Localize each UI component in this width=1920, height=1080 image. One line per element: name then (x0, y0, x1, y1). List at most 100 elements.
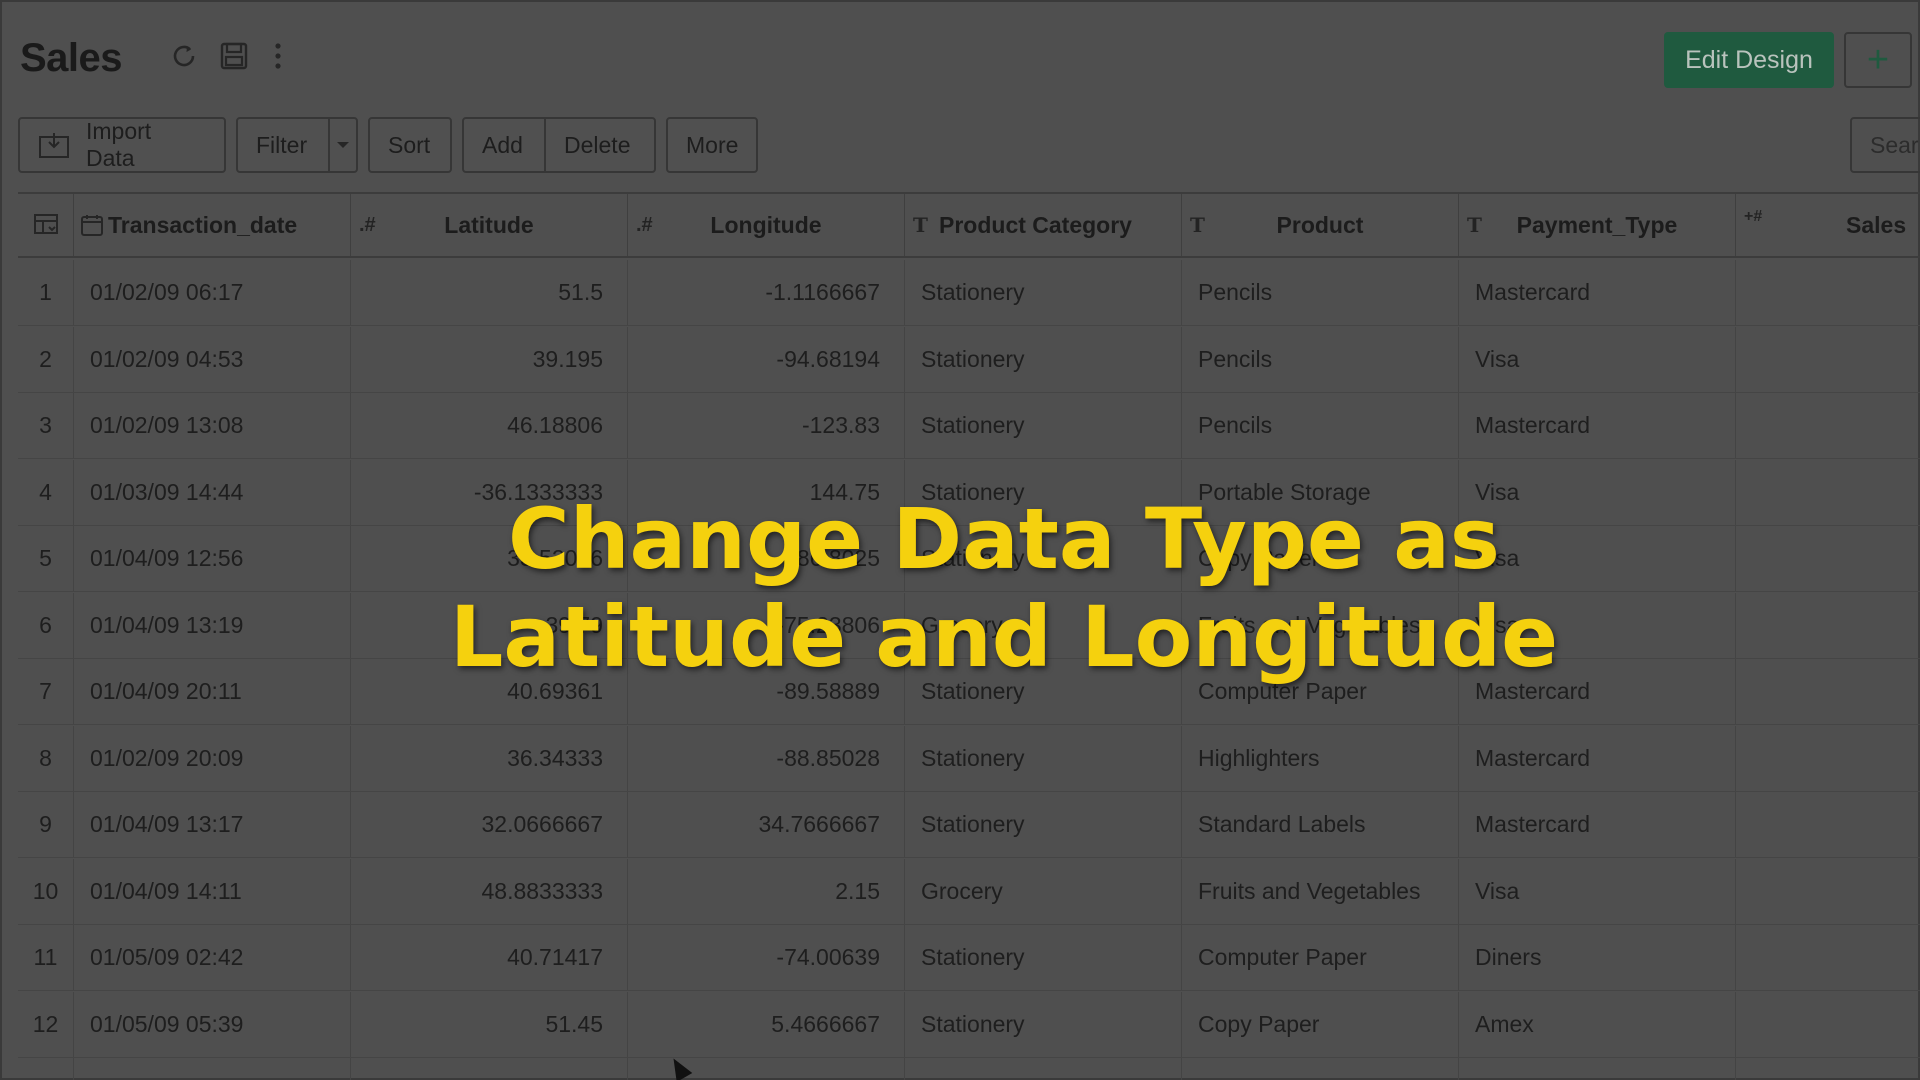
table-row[interactable]: 8 01/02/09 20:09 36.34333 -88.85028 Statione… (18, 725, 1920, 792)
row-number[interactable]: 2 (18, 326, 74, 392)
cell-sales[interactable] (1736, 1058, 1920, 1080)
cell-transaction-date[interactable]: 01/02/09 20:09 (74, 725, 351, 791)
refresh-icon[interactable] (168, 40, 200, 72)
column-header-longitude[interactable]: .# Longitude (628, 194, 905, 256)
cell-latitude[interactable]: 29.42389 (351, 1058, 628, 1080)
cell-transaction-date[interactable]: 01/02/09 09:16 (74, 1058, 351, 1080)
more-button[interactable]: More (666, 117, 758, 173)
cell-product-category[interactable]: Stationery (905, 792, 1182, 857)
cell-sales[interactable] (1736, 393, 1920, 458)
edit-design-button[interactable]: Edit Design (1664, 32, 1834, 88)
cell-product-category[interactable]: Grocery (905, 1058, 1182, 1080)
cell-product-category[interactable]: Stationery (905, 991, 1182, 1057)
cell-product[interactable]: Pencils (1182, 326, 1459, 392)
table-row[interactable]: 11 01/05/09 02:42 40.71417 -74.00639 Station… (18, 925, 1920, 991)
cell-longitude[interactable]: -88.85028 (628, 725, 905, 791)
cell-product-category[interactable]: Stationery (905, 725, 1182, 791)
column-header-transaction-date[interactable]: Transaction_date (74, 194, 351, 256)
cell-longitude[interactable]: 2.15 (628, 858, 905, 924)
cell-latitude[interactable]: 48.8833333 (351, 858, 628, 924)
cell-transaction-date[interactable]: 01/04/09 14:11 (74, 858, 351, 924)
cell-transaction-date[interactable]: 01/05/09 02:42 (74, 925, 351, 990)
cell-transaction-date[interactable]: 01/02/09 06:17 (74, 260, 351, 325)
table-row[interactable]: 12 01/05/09 05:39 51.45 5.4666667 Stationery… (18, 991, 1920, 1058)
row-number[interactable]: 13 (18, 1058, 74, 1080)
cell-product-category[interactable]: Stationery (905, 326, 1182, 392)
cell-product[interactable]: Copy Paper (1182, 991, 1459, 1057)
table-row[interactable]: 3 01/02/09 13:08 46.18806 -123.83 Stationery… (18, 393, 1920, 459)
cell-payment-type[interactable]: Mastercard (1459, 1058, 1736, 1080)
cell-longitude[interactable]: -94.68194 (628, 326, 905, 392)
cell-sales[interactable] (1736, 726, 1920, 791)
column-header-sales[interactable]: +# Sales (1736, 194, 1920, 256)
cell-transaction-date[interactable]: 01/04/09 13:17 (74, 792, 351, 857)
cell-longitude[interactable]: -123.83 (628, 393, 905, 458)
cell-sales[interactable] (1736, 327, 1920, 392)
cell-payment-type[interactable]: Mastercard (1459, 792, 1736, 857)
cell-sales[interactable] (1736, 260, 1920, 325)
cell-product-category[interactable]: Stationery (905, 260, 1182, 325)
cell-payment-type[interactable]: Mastercard (1459, 393, 1736, 458)
cell-latitude[interactable]: 51.5 (351, 260, 628, 325)
cell-product-category[interactable]: Grocery (905, 858, 1182, 924)
row-number[interactable]: 11 (18, 925, 74, 990)
cell-product-category[interactable]: Stationery (905, 925, 1182, 990)
cell-longitude[interactable]: 5.4666667 (628, 991, 905, 1057)
cell-transaction-date[interactable]: 01/05/09 05:39 (74, 991, 351, 1057)
cell-payment-type[interactable]: Mastercard (1459, 725, 1736, 791)
cell-payment-type[interactable]: Visa (1459, 326, 1736, 392)
cell-latitude[interactable]: 39.195 (351, 326, 628, 392)
row-number[interactable]: 1 (18, 260, 74, 325)
cell-payment-type[interactable]: Mastercard (1459, 260, 1736, 325)
import-data-button[interactable]: Import Data (18, 117, 226, 173)
table-row[interactable]: 2 01/02/09 04:53 39.195 -94.68194 Stationery… (18, 326, 1920, 393)
row-number[interactable]: 10 (18, 858, 74, 924)
delete-button[interactable]: Delete (544, 119, 654, 171)
cell-sales[interactable] (1736, 925, 1920, 990)
table-row[interactable]: 9 01/04/09 13:17 32.0666667 34.7666667 Stati… (18, 792, 1920, 858)
cell-latitude[interactable]: 40.71417 (351, 925, 628, 990)
cell-product[interactable]: Fruits and Vegetables (1182, 858, 1459, 924)
cell-transaction-date[interactable]: 01/02/09 04:53 (74, 326, 351, 392)
cell-product[interactable]: Standard Labels (1182, 792, 1459, 857)
cell-transaction-date[interactable]: 01/02/09 13:08 (74, 393, 351, 458)
cell-latitude[interactable]: 46.18806 (351, 393, 628, 458)
table-row[interactable]: 10 01/04/09 14:11 48.8833333 2.15 Grocery Fru… (18, 858, 1920, 925)
cell-longitude[interactable]: 34.7666667 (628, 792, 905, 857)
cell-product[interactable]: Pencils (1182, 393, 1459, 458)
cell-product[interactable]: Computer Paper (1182, 925, 1459, 990)
sort-button[interactable]: Sort (368, 117, 452, 173)
cell-product-category[interactable]: Stationery (905, 393, 1182, 458)
table-row[interactable]: 1301/02/09 09:1629.42389-98.49333Grocery… (18, 1058, 1920, 1080)
add-view-button[interactable]: + (1844, 32, 1912, 88)
cell-payment-type[interactable]: Diners (1459, 925, 1736, 990)
row-number[interactable]: 12 (18, 991, 74, 1057)
cell-latitude[interactable]: 51.45 (351, 991, 628, 1057)
cell-payment-type[interactable]: Visa (1459, 858, 1736, 924)
more-vertical-icon[interactable] (262, 40, 294, 72)
filter-dropdown-icon[interactable] (328, 119, 356, 171)
column-header-latitude[interactable]: .# Latitude (351, 194, 628, 256)
cell-product[interactable]: Highlighters (1182, 725, 1459, 791)
row-number[interactable]: 9 (18, 792, 74, 857)
cell-latitude[interactable]: 32.0666667 (351, 792, 628, 857)
table-row[interactable]: 1 01/02/09 06:17 51.5 -1.1166667 Stationery P… (18, 260, 1920, 326)
cell-sales[interactable] (1736, 792, 1920, 857)
row-number[interactable]: 8 (18, 725, 74, 791)
search-input[interactable]: Sear (1850, 117, 1920, 173)
column-header-payment-type[interactable]: T Payment_Type (1459, 194, 1736, 256)
cell-sales[interactable] (1736, 992, 1920, 1057)
column-header-product-category[interactable]: T Product Category (905, 194, 1182, 256)
column-settings-icon[interactable] (18, 194, 74, 256)
column-header-product[interactable]: T Product (1182, 194, 1459, 256)
save-icon[interactable] (218, 40, 250, 72)
cell-product[interactable]: Pencils (1182, 260, 1459, 325)
row-number[interactable]: 3 (18, 393, 74, 458)
cell-longitude[interactable]: -1.1166667 (628, 260, 905, 325)
cell-product[interactable]: Fruits and Vegetables (1182, 1058, 1459, 1080)
cell-payment-type[interactable]: Amex (1459, 991, 1736, 1057)
cell-sales[interactable] (1736, 859, 1920, 924)
filter-button[interactable]: Filter (238, 119, 328, 171)
add-row-button[interactable]: Add (464, 119, 544, 171)
cell-longitude[interactable]: -74.00639 (628, 925, 905, 990)
